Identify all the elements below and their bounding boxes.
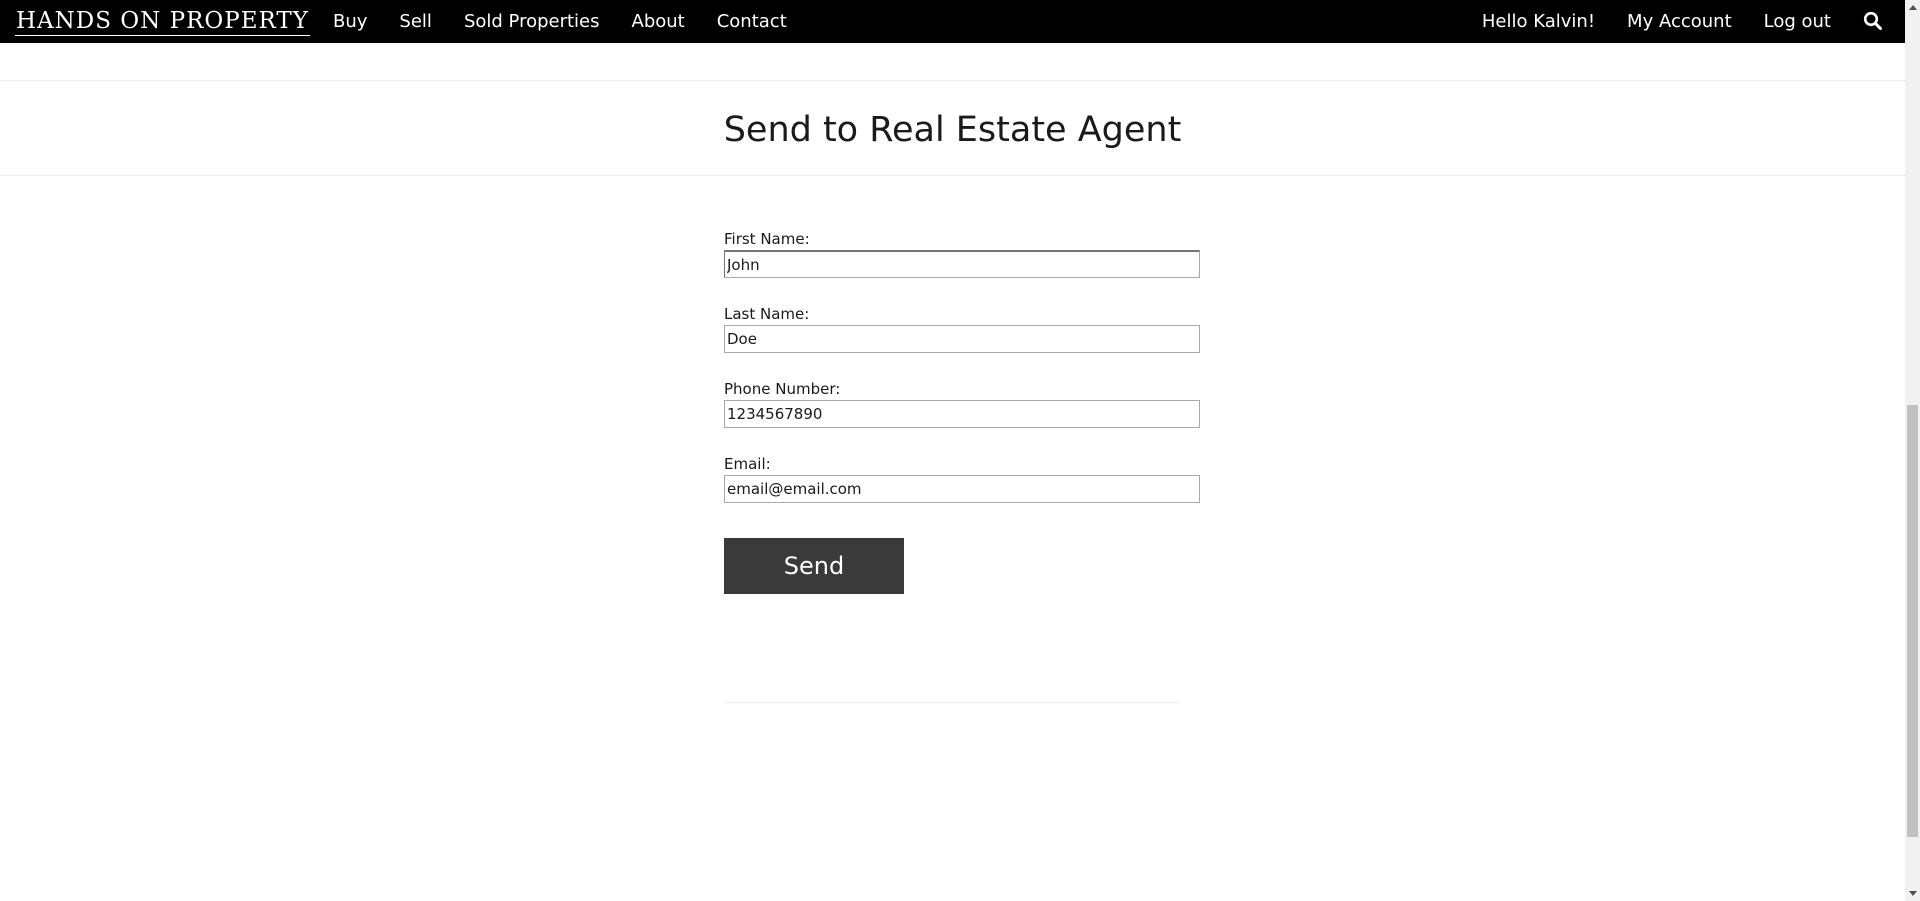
- scroll-down-arrow-icon[interactable]: [1905, 886, 1920, 901]
- send-button[interactable]: Send: [724, 538, 904, 594]
- main-nav: Buy Sell Sold Properties About Contact: [333, 0, 819, 43]
- header-divider-top: [0, 80, 1905, 81]
- scroll-up-arrow-icon[interactable]: [1905, 0, 1920, 15]
- last-name-label: Last Name:: [724, 305, 810, 323]
- header-divider-bottom: [0, 175, 1905, 176]
- nav-link-contact[interactable]: Contact: [717, 11, 787, 32]
- last-name-field-group: Last Name:: [724, 304, 1200, 353]
- nav-link-buy[interactable]: Buy: [333, 11, 367, 32]
- email-input[interactable]: [724, 475, 1200, 503]
- account-nav: Hello Kalvin! My Account Log out: [1482, 0, 1885, 43]
- top-nav-bar: HANDS ON PROPERTY Buy Sell Sold Properti…: [0, 0, 1905, 43]
- email-label: Email:: [724, 455, 771, 473]
- first-name-input[interactable]: [724, 250, 1200, 278]
- vertical-scrollbar[interactable]: [1905, 0, 1920, 901]
- last-name-input[interactable]: [724, 325, 1200, 353]
- page: HANDS ON PROPERTY Buy Sell Sold Properti…: [0, 0, 1920, 901]
- first-name-field-group: First Name:: [724, 229, 1200, 278]
- phone-number-field-group: Phone Number:: [724, 379, 1200, 428]
- nav-link-sell[interactable]: Sell: [399, 11, 432, 32]
- nav-link-sold-properties[interactable]: Sold Properties: [464, 11, 600, 32]
- phone-number-input[interactable]: [724, 400, 1200, 428]
- my-account-link[interactable]: My Account: [1627, 11, 1732, 32]
- search-icon[interactable]: [1863, 11, 1885, 33]
- email-field-group: Email:: [724, 454, 1200, 503]
- search-icon-graphic: [1863, 11, 1882, 30]
- first-name-label: First Name:: [724, 230, 810, 248]
- scrollbar-thumb[interactable]: [1907, 405, 1918, 837]
- phone-number-label: Phone Number:: [724, 380, 841, 398]
- logout-link[interactable]: Log out: [1764, 11, 1831, 32]
- site-logo[interactable]: HANDS ON PROPERTY: [15, 8, 310, 36]
- form-bottom-divider: [724, 702, 1180, 703]
- nav-link-about[interactable]: About: [632, 11, 685, 32]
- page-title: Send to Real Estate Agent: [723, 110, 1182, 150]
- user-greeting-link[interactable]: Hello Kalvin!: [1482, 11, 1595, 32]
- send-to-agent-form: First Name: Last Name: Phone Number: Ema…: [724, 229, 1200, 529]
